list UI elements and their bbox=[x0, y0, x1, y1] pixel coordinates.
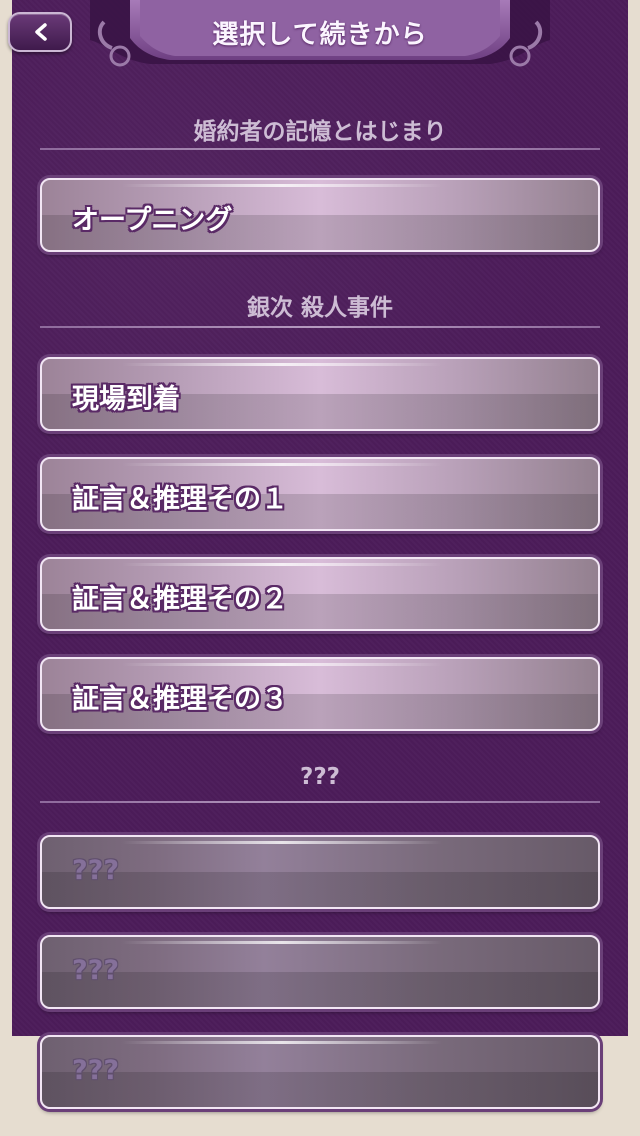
chapter-item[interactable]: オープニング bbox=[40, 178, 600, 252]
locked-chapter-item[interactable]: ??? bbox=[40, 835, 600, 909]
chapter-item-label: オープニング bbox=[72, 205, 233, 236]
chapter-item-label: ??? bbox=[72, 855, 119, 886]
locked-chapter-item[interactable]: ??? bbox=[40, 935, 600, 1009]
section-title: 銀次 殺人事件 bbox=[246, 295, 393, 321]
section-divider bbox=[40, 148, 600, 150]
chapter-item-label: 証言＆推理その１ bbox=[72, 484, 288, 515]
chapter-item-label: 証言＆推理その３ bbox=[72, 684, 288, 715]
chapter-item[interactable]: 証言＆推理その２ bbox=[40, 557, 600, 631]
chapter-item[interactable]: 証言＆推理その３ bbox=[40, 657, 600, 731]
back-button[interactable] bbox=[8, 12, 72, 52]
page-title: 選択して続きから bbox=[212, 20, 428, 50]
section-title: ??? bbox=[299, 764, 341, 790]
header-plate: 選択して続きから bbox=[90, 0, 550, 74]
chapter-item-label: 証言＆推理その２ bbox=[72, 584, 288, 615]
section-title: 婚約者の記憶とはじまり bbox=[193, 119, 447, 145]
section-divider bbox=[40, 326, 600, 328]
chapter-item[interactable]: 証言＆推理その１ bbox=[40, 457, 600, 531]
chevron-left-icon bbox=[35, 23, 47, 41]
chapter-item-label: ??? bbox=[72, 955, 119, 986]
chapter-item-label: ??? bbox=[72, 1055, 119, 1086]
chapter-item[interactable]: 現場到着 bbox=[40, 357, 600, 431]
chapter-item-label: 現場到着 bbox=[72, 384, 180, 415]
locked-chapter-item[interactable]: ??? bbox=[40, 1035, 600, 1109]
section-divider bbox=[40, 801, 600, 803]
